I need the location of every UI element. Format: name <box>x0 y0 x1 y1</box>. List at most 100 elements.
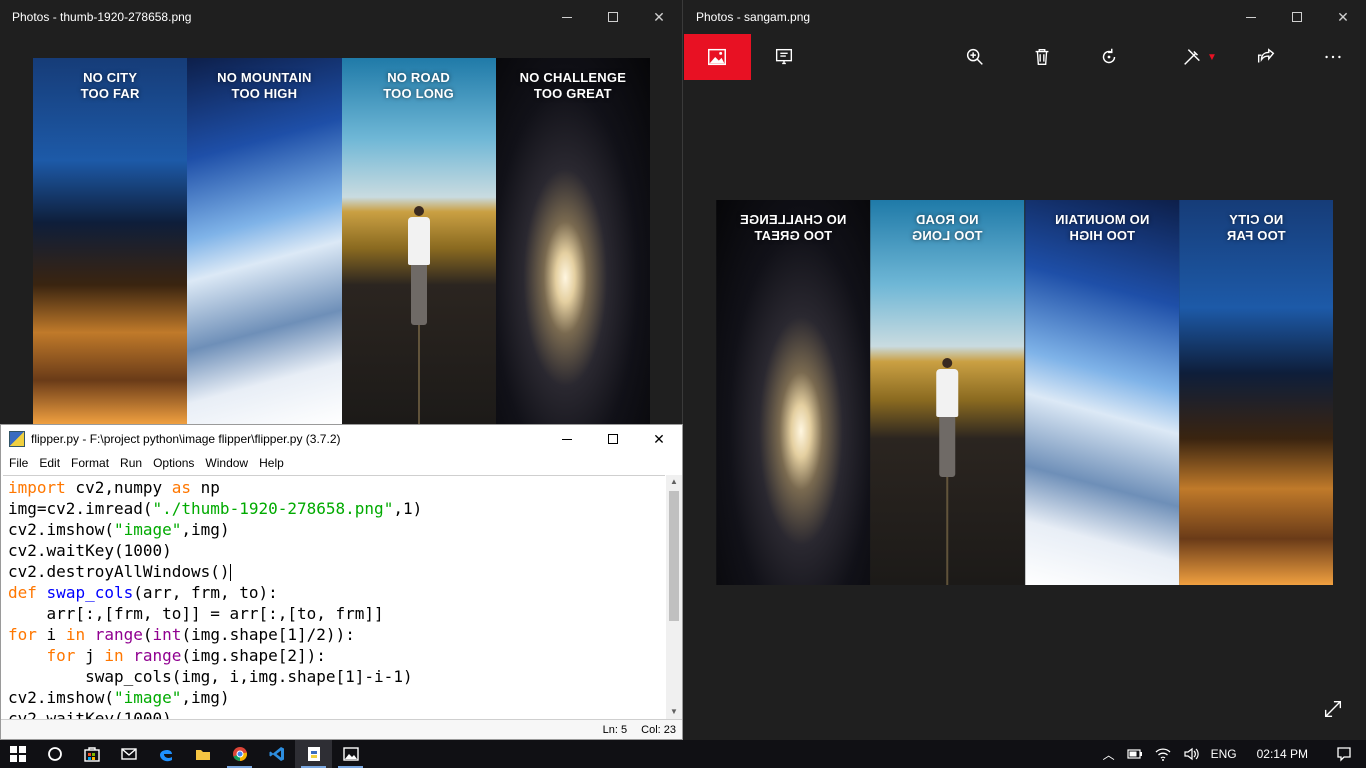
maximize-icon <box>608 12 618 22</box>
maximize-button[interactable] <box>590 0 636 34</box>
code-line: cv2.waitKey(1000) <box>8 709 172 719</box>
store-icon <box>83 747 100 762</box>
photos-window-flipped: Photos - sangam.png ✕ ▼ NO CHALLENGE TOO… <box>684 0 1366 740</box>
taskbar-vscode[interactable] <box>258 740 295 768</box>
volume-button[interactable] <box>1177 740 1205 768</box>
see-all-photos-button[interactable] <box>684 34 751 80</box>
panel-mountain: NO MOUNTAIN TOO HIGH <box>1024 200 1179 585</box>
chevron-down-icon: ▼ <box>1207 51 1217 63</box>
share-button[interactable] <box>1232 34 1299 80</box>
panel-line1: NO CHALLENGE <box>519 70 627 85</box>
panel-line2: TOO FAR <box>80 86 140 101</box>
menu-window[interactable]: Window <box>201 456 252 470</box>
menu-bar: File Edit Format Run Options Window Help <box>1 453 682 473</box>
zoom-button[interactable] <box>941 34 1008 80</box>
original-image: NO CITY TOO FAR NO MOUNTAIN TOO HIGH NO RO… <box>33 58 650 424</box>
panel-line2: TOO LONG <box>383 86 454 101</box>
close-icon: ✕ <box>653 8 665 25</box>
status-line: Ln: 5 <box>602 723 628 736</box>
maximize-button[interactable] <box>590 425 636 453</box>
menu-run[interactable]: Run <box>116 456 146 470</box>
panel-line1: NO MOUNTAIN <box>1054 212 1149 227</box>
start-button[interactable] <box>0 740 36 768</box>
zoom-icon <box>966 48 983 65</box>
code-editor[interactable]: import cv2,numpy as np img=cv2.imread(".… <box>3 475 665 719</box>
window-title: Photos - sangam.png <box>696 10 811 24</box>
idle-editor-window: flipper.py - F:\project python\image fli… <box>0 424 683 740</box>
code-line: import cv2,numpy as np <box>8 478 220 497</box>
editor-title: flipper.py - F:\project python\image fli… <box>31 432 341 446</box>
maximize-icon <box>608 434 618 444</box>
slideshow-button[interactable] <box>751 34 818 80</box>
walking-man <box>936 358 959 477</box>
scrollbar-thumb[interactable] <box>669 491 679 621</box>
taskbar: ︿ ENG 02:14 PM <box>0 740 1366 768</box>
chevron-up-icon: ︿ <box>1102 747 1115 762</box>
action-center-button[interactable] <box>1322 740 1366 768</box>
taskbar-store[interactable] <box>73 740 110 768</box>
minimize-button[interactable] <box>544 425 590 453</box>
flipped-image: NO CHALLENGE TOO GREAT NO ROAD TOO LONG NO… <box>716 200 1333 585</box>
close-button[interactable]: ✕ <box>636 425 682 453</box>
close-button[interactable]: ✕ <box>636 0 682 34</box>
panel-line2: TOO FAR <box>1226 228 1286 243</box>
edge-icon <box>159 749 172 762</box>
close-icon: ✕ <box>1337 8 1349 25</box>
panel-space: NO CHALLENGE TOO GREAT <box>495 58 650 424</box>
network-button[interactable] <box>1149 740 1177 768</box>
system-tray: ︿ ENG 02:14 PM <box>1097 740 1366 768</box>
rotate-icon <box>1102 48 1115 64</box>
taskbar-mail[interactable] <box>110 740 147 768</box>
code-line: cv2.destroyAllWindows() <box>8 562 231 581</box>
minimize-button[interactable] <box>1228 0 1274 34</box>
windows-icon <box>10 746 26 762</box>
maximize-icon <box>1292 12 1302 22</box>
menu-help[interactable]: Help <box>255 456 288 470</box>
close-button[interactable]: ✕ <box>1320 0 1366 34</box>
scroll-down-icon[interactable]: ▼ <box>666 705 682 719</box>
taskbar-photos[interactable] <box>332 740 369 768</box>
panel-line2: TOO GREAT <box>754 228 833 243</box>
taskbar-idle[interactable] <box>295 740 332 768</box>
language-indicator[interactable]: ENG <box>1205 740 1243 768</box>
panel-line1: NO ROAD <box>915 212 979 227</box>
code-line: img=cv2.imread("./thumb-1920-278658.png"… <box>8 499 423 518</box>
battery-icon <box>1127 749 1142 759</box>
panel-line1: NO CITY <box>83 70 138 85</box>
delete-button[interactable] <box>1008 34 1075 80</box>
taskbar-file-explorer[interactable] <box>184 740 221 768</box>
title-bar: Photos - sangam.png ✕ <box>684 0 1366 34</box>
minimize-button[interactable] <box>544 0 590 34</box>
panel-mountain: NO MOUNTAIN TOO HIGH <box>187 58 342 424</box>
battery-button[interactable] <box>1121 740 1149 768</box>
code-line: cv2.imshow("image",img) <box>8 688 230 707</box>
menu-options[interactable]: Options <box>149 456 198 470</box>
panel-line2: TOO GREAT <box>533 86 612 101</box>
more-button[interactable] <box>1299 34 1366 80</box>
walking-man <box>407 206 430 325</box>
cortana-button[interactable] <box>36 740 73 768</box>
scroll-up-icon[interactable]: ▲ <box>666 475 682 489</box>
panel-line1: NO CHALLENGE <box>739 212 847 227</box>
maximize-button[interactable] <box>1274 0 1320 34</box>
edit-create-button[interactable]: ▼ <box>1166 34 1233 80</box>
menu-format[interactable]: Format <box>67 456 113 470</box>
panel-line2: TOO HIGH <box>231 86 298 101</box>
folder-icon <box>195 750 210 760</box>
code-line: arr[:,[frm, to]] = arr[:,[to, frm]] <box>8 604 384 623</box>
code-line: cv2.waitKey(1000) <box>8 541 172 560</box>
full-screen-icon[interactable] <box>1322 698 1344 720</box>
panel-line2: TOO HIGH <box>1068 228 1135 243</box>
taskbar-chrome[interactable] <box>221 740 258 768</box>
rotate-button[interactable] <box>1075 34 1142 80</box>
search-circle-icon <box>47 747 62 761</box>
clock[interactable]: 02:14 PM <box>1243 740 1322 768</box>
minimize-icon <box>1246 16 1256 18</box>
taskbar-edge[interactable] <box>147 740 184 768</box>
menu-file[interactable]: File <box>5 456 32 470</box>
title-bar: Photos - thumb-1920-278658.png ✕ <box>0 0 682 34</box>
show-hidden-icons-button[interactable]: ︿ <box>1097 740 1121 768</box>
vertical-scrollbar[interactable]: ▲ ▼ <box>666 475 682 719</box>
panel-line1: NO ROAD <box>387 70 451 85</box>
menu-edit[interactable]: Edit <box>35 456 64 470</box>
